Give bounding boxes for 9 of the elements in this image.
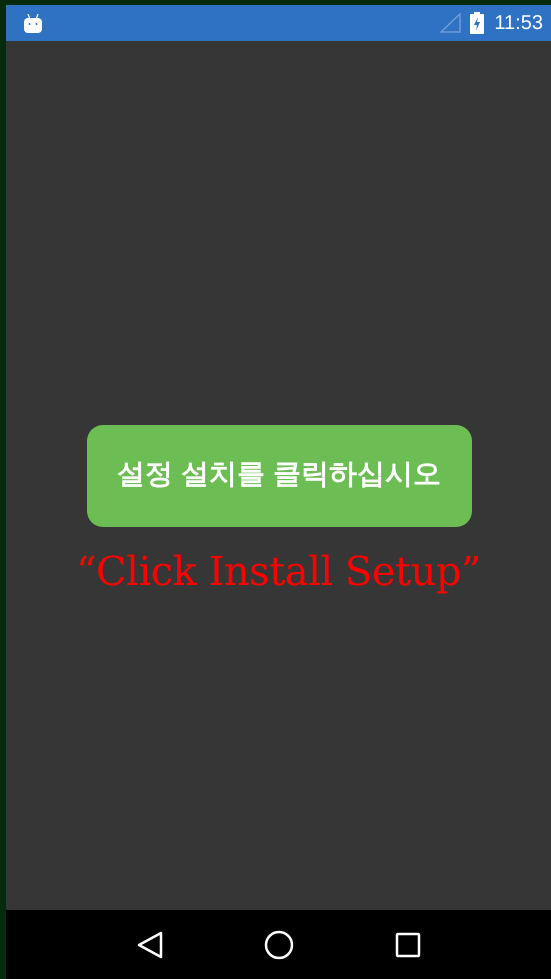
back-icon[interactable] xyxy=(136,930,162,958)
android-icon xyxy=(24,14,42,32)
install-button[interactable]: 설정 설치를 클릭하십시오 xyxy=(86,425,472,527)
status-time: 11:53 xyxy=(494,11,543,36)
signal-icon xyxy=(440,13,462,33)
battery-icon xyxy=(470,12,484,34)
recents-icon[interactable] xyxy=(394,932,420,958)
caption: “Click Install Setup” xyxy=(76,548,481,596)
home-icon[interactable] xyxy=(264,930,294,960)
